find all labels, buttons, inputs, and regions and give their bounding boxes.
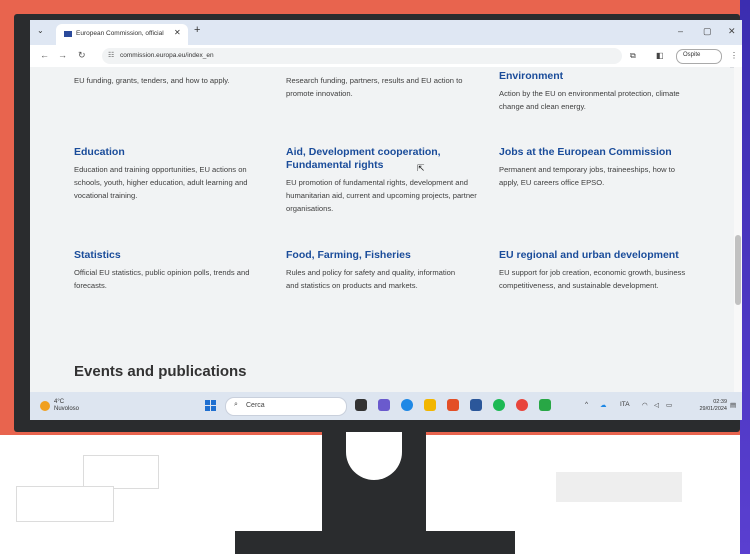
tab-title: European Commission, official — [76, 30, 164, 37]
url-text[interactable]: commission.europa.eu/index_en — [120, 52, 214, 59]
reload-icon[interactable]: ↻ — [78, 50, 86, 61]
file-explorer-icon[interactable] — [424, 399, 436, 411]
scrollbar-track[interactable] — [734, 67, 742, 392]
section-desc: Action by the EU on environmental protec… — [499, 89, 680, 112]
section-link-regional-development[interactable]: EU regional and urban development — [499, 249, 724, 262]
weather-desc: Nuvoloso — [54, 406, 80, 412]
clock-date: 29/01/2024 — [699, 406, 727, 412]
battery-icon[interactable]: ▭ — [666, 401, 672, 409]
wifi-icon[interactable]: ◠ — [642, 401, 648, 409]
guest-label: Ospite — [683, 52, 701, 58]
clock-time: 02:39 — [713, 399, 727, 405]
section-desc: Permanent and temporary jobs, traineeshi… — [499, 165, 676, 188]
section-desc: EU funding, grants, tenders, and how to … — [74, 76, 230, 85]
browser-tab-bar: ⌄ European Commission, official ✕ + – ▢ … — [30, 20, 742, 45]
section-link-food-farming[interactable]: Food, Farming, Fisheries — [286, 249, 486, 262]
decor-box — [16, 486, 114, 522]
section-link-aid-development[interactable]: Aid, Development cooperation, Fundamenta… — [286, 146, 461, 172]
monitor-base — [235, 531, 515, 554]
minimize-icon[interactable]: – — [678, 26, 683, 36]
browser-toolbar: ← → ↻ ☷ commission.europa.eu/index_en ⧉ … — [30, 45, 742, 68]
page-content: EU funding, grants, tenders, and how to … — [30, 67, 730, 392]
section-link-statistics[interactable]: Statistics — [74, 249, 274, 262]
guest-profile-button[interactable]: Ospite — [676, 49, 722, 64]
language-indicator[interactable]: ITA — [620, 401, 630, 408]
chrome-icon[interactable] — [516, 399, 528, 411]
back-arrow-icon[interactable]: ← — [40, 50, 49, 60]
menu-kebab-icon[interactable]: ⋮ — [730, 51, 738, 60]
forward-arrow-icon[interactable]: → — [58, 50, 67, 60]
browser-tab[interactable]: European Commission, official ✕ — [56, 24, 188, 45]
outlook-icon[interactable] — [470, 399, 482, 411]
volume-icon[interactable]: ◁ — [654, 401, 659, 409]
task-view-icon[interactable] — [355, 399, 367, 411]
monitor-screen: ⌄ European Commission, official ✕ + – ▢ … — [30, 20, 742, 420]
close-window-icon[interactable]: ✕ — [728, 26, 736, 37]
section-desc: Official EU statistics, public opinion p… — [74, 268, 250, 291]
section-desc: Rules and policy for safety and quality,… — [286, 268, 456, 291]
events-heading: Events and publications — [74, 363, 247, 380]
section-link-jobs[interactable]: Jobs at the European Commission — [499, 146, 699, 159]
notification-icon[interactable]: ▤ — [730, 401, 736, 409]
taskbar-clock[interactable]: 02:39 29/01/2024 — [687, 399, 727, 413]
eu-favicon-icon — [64, 31, 72, 37]
decor-panel — [556, 472, 682, 502]
section-desc: Research funding, partners, results and … — [286, 76, 463, 99]
site-info-icon[interactable]: ☷ — [108, 51, 114, 59]
section-link-education[interactable]: Education — [74, 146, 274, 159]
windows-taskbar: 4°C Nuvoloso ⌕ Cerca ^ ☁ ITA ◠ ◁ ▭ 02:39… — [30, 392, 742, 420]
decor-box — [83, 455, 159, 489]
search-placeholder: Cerca — [246, 402, 265, 409]
taskbar-search[interactable]: ⌕ Cerca — [225, 397, 347, 416]
section-desc: EU promotion of fundamental rights, deve… — [286, 178, 477, 214]
translate-icon[interactable]: ⧉ — [630, 51, 636, 61]
scrollbar-thumb[interactable] — [735, 235, 741, 305]
office-icon[interactable] — [447, 399, 459, 411]
scene: ⌄ European Commission, official ✕ + – ▢ … — [0, 0, 750, 554]
maximize-icon[interactable]: ▢ — [703, 26, 712, 37]
weather-temp: 4°C — [54, 399, 65, 405]
section-link-environment[interactable]: Environment — [499, 70, 699, 83]
section-desc: EU support for job creation, economic gr… — [499, 268, 686, 291]
section-desc: Education and training opportunities, EU… — [74, 165, 248, 201]
side-panel-icon[interactable]: ◧ — [656, 51, 664, 60]
spotify-icon[interactable] — [493, 399, 505, 411]
address-bar[interactable]: ☷ commission.europa.eu/index_en — [102, 48, 622, 64]
app-icon[interactable] — [378, 399, 390, 411]
tab-search-icon[interactable]: ⌄ — [37, 26, 44, 35]
edge-icon[interactable] — [401, 399, 413, 411]
tab-close-icon[interactable]: ✕ — [174, 28, 181, 37]
windows-start-icon[interactable] — [205, 400, 217, 412]
search-icon: ⌕ — [234, 401, 238, 408]
weather-icon — [40, 401, 50, 411]
mouse-cursor-icon: ⇱ — [417, 163, 425, 173]
tray-chevron-icon[interactable]: ^ — [585, 401, 588, 408]
app-icon[interactable] — [539, 399, 551, 411]
new-tab-button[interactable]: + — [194, 24, 200, 36]
onedrive-icon[interactable]: ☁ — [600, 401, 607, 409]
